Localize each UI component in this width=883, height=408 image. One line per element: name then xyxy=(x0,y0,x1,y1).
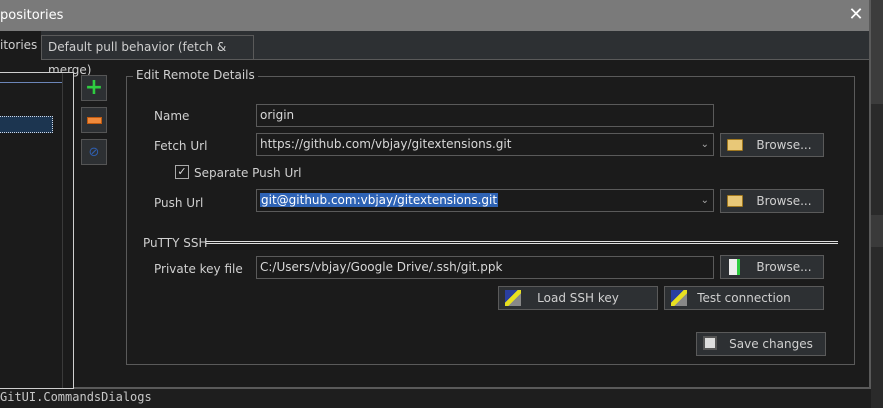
close-icon[interactable]: ✕ xyxy=(846,4,866,26)
name-label: Name xyxy=(154,109,190,123)
chevron-down-icon[interactable]: ⌄ xyxy=(701,134,709,155)
list-header-line xyxy=(0,82,62,83)
tab-manage-repositories[interactable]: itories xyxy=(0,31,41,60)
fetch-url-combo[interactable]: https://github.com/vbjay/gitextensions.g… xyxy=(256,133,714,156)
private-key-input[interactable]: C:/Users/vbjay/Google Drive/.ssh/git.ppk xyxy=(256,256,714,279)
new-file-icon xyxy=(729,259,740,275)
remote-repositories-dialog: positories ✕ itories Default pull behavi… xyxy=(0,0,871,389)
add-remote-button[interactable]: + xyxy=(81,75,107,101)
chevron-down-icon[interactable]: ⌄ xyxy=(701,190,709,211)
folder-icon xyxy=(727,139,743,151)
private-key-browse-button[interactable]: Browse... xyxy=(720,255,824,279)
list-column-divider xyxy=(62,73,63,388)
tab-default-pull-behavior[interactable]: Default pull behavior (fetch & merge) xyxy=(41,35,254,77)
separate-push-url-checkbox[interactable]: ✓ xyxy=(175,165,189,179)
group-title: Edit Remote Details xyxy=(133,68,258,82)
toggle-remote-button[interactable]: ⊘ xyxy=(81,139,107,165)
save-changes-button[interactable]: Save changes xyxy=(696,332,826,356)
fetch-url-value: https://github.com/vbjay/gitextensions.g… xyxy=(260,137,512,151)
folder-icon xyxy=(727,195,743,207)
separate-push-url-label: Separate Push Url xyxy=(194,166,302,180)
background-window xyxy=(871,0,883,408)
name-input[interactable]: origin xyxy=(256,104,714,127)
title-bar: positories xyxy=(0,0,869,31)
putty-ssh-heading: PuTTY SSH xyxy=(143,236,208,250)
test-connection-button[interactable]: Test connection xyxy=(664,286,824,310)
minus-icon xyxy=(86,116,102,124)
plus-icon: + xyxy=(84,75,104,100)
remove-remote-button[interactable] xyxy=(81,107,107,133)
window-title: positories xyxy=(0,8,64,23)
push-url-combo[interactable]: git@github.com:vbjay/gitextensions.git ⌄ xyxy=(256,189,714,212)
save-disk-icon xyxy=(703,336,717,350)
list-item-selected[interactable] xyxy=(0,116,53,133)
status-text: GitUI.CommandsDialogs xyxy=(0,390,152,404)
push-url-label: Push Url xyxy=(154,196,204,210)
push-url-value: git@github.com:vbjay/gitextensions.git xyxy=(260,193,499,207)
fetch-browse-button[interactable]: Browse... xyxy=(720,133,824,157)
hidden-eye-icon: ⊘ xyxy=(88,144,100,160)
push-browse-button[interactable]: Browse... xyxy=(720,189,824,213)
load-ssh-key-button[interactable]: Load SSH key xyxy=(498,286,658,310)
fetch-url-label: Fetch Url xyxy=(154,139,208,153)
section-divider xyxy=(206,241,838,244)
private-key-label: Private key file xyxy=(154,262,243,276)
